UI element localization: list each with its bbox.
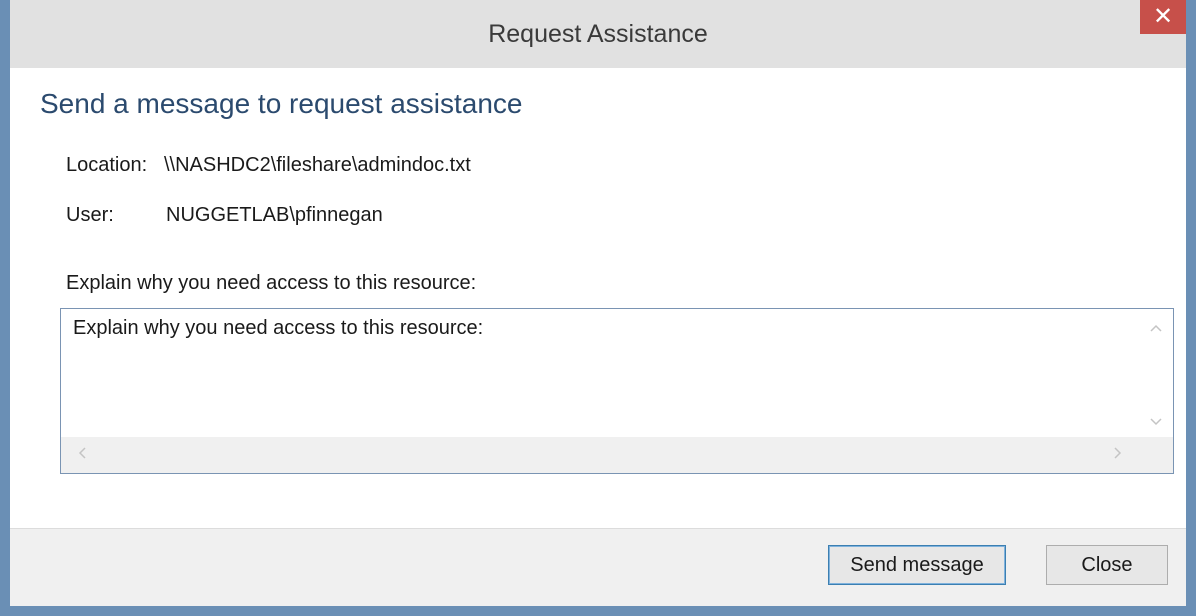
message-textarea[interactable]: Explain why you need access to this reso… (60, 308, 1174, 474)
location-label: Location: (66, 154, 148, 176)
scrollbar-corner (1139, 437, 1173, 473)
location-row: Location: \\NASHDC2\fileshare\admindoc.t… (66, 154, 471, 177)
button-bar: Send message Close (10, 528, 1186, 606)
close-icon: ✕ (1152, 3, 1174, 30)
close-button[interactable]: Close (1046, 545, 1168, 585)
page-title: Send a message to request assistance (40, 88, 523, 119)
user-row: User: NUGGETLAB\pfinnegan (66, 204, 383, 227)
chevron-up-icon[interactable] (1139, 315, 1173, 341)
user-label: User: (66, 204, 114, 226)
title-bar[interactable]: Request Assistance ✕ (10, 0, 1186, 68)
user-value: NUGGETLAB\pfinnegan (166, 204, 383, 226)
chevron-left-icon[interactable] (65, 442, 99, 468)
chevron-right-icon[interactable] (1101, 442, 1135, 468)
send-message-button[interactable]: Send message (828, 545, 1006, 585)
vertical-scrollbar[interactable] (1139, 309, 1173, 437)
request-assistance-window: Request Assistance ✕ Send a message to r… (0, 0, 1196, 616)
dialog-content: Send a message to request assistance Loc… (10, 68, 1186, 528)
message-text[interactable]: Explain why you need access to this reso… (73, 317, 483, 340)
window-title: Request Assistance (488, 20, 708, 48)
close-window-button[interactable]: ✕ (1140, 0, 1186, 34)
horizontal-scrollbar[interactable] (61, 437, 1139, 473)
chevron-down-icon[interactable] (1139, 409, 1173, 435)
explain-label: Explain why you need access to this reso… (66, 272, 477, 294)
location-value: \\NASHDC2\fileshare\admindoc.txt (164, 154, 471, 176)
